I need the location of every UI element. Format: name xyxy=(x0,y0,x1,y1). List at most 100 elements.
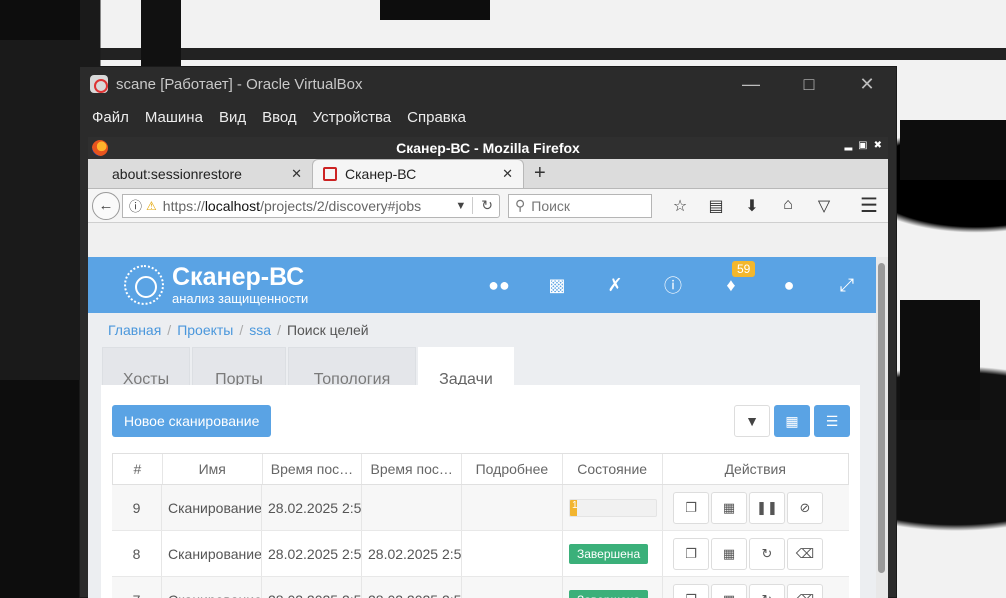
nav-toolbar: ← ⓘ ⚠ https://localhost/projects/2/disco… xyxy=(88,189,888,223)
users-icon[interactable]: ●● xyxy=(470,275,528,296)
progress-fill: 1 xyxy=(570,499,578,516)
row-number: 7 xyxy=(112,577,162,598)
row-details xyxy=(462,531,563,576)
row-time-end: 28.02.2025 2:5 xyxy=(362,531,462,576)
col-number[interactable]: # xyxy=(113,454,163,484)
table-row[interactable]: 9 Сканирование 28.02.2025 2:5 1 ❐ ▦ ❚❚ ⊘ xyxy=(112,485,849,531)
copy-icon[interactable]: ❐ xyxy=(673,491,709,524)
calendar-icon[interactable]: ▦ xyxy=(711,583,747,598)
minimize-icon[interactable]: — xyxy=(722,74,780,95)
table-row[interactable]: 8 Сканирование 28.02.2025 2:5 28.02.2025… xyxy=(112,531,849,577)
vbox-titlebar: scane [Работает] - Oracle VirtualBox — □… xyxy=(80,67,896,101)
reload-icon[interactable]: ↻ xyxy=(472,197,493,214)
progress-bar: 1 xyxy=(569,498,657,517)
page-scrollbar[interactable] xyxy=(876,257,888,598)
hamburger-menu-icon[interactable]: ☰ xyxy=(860,193,884,218)
row-details xyxy=(462,577,563,598)
tab-label: Сканер-ВС xyxy=(345,166,417,182)
breadcrumb-projects[interactable]: Проекты xyxy=(177,322,233,338)
copy-icon[interactable]: ❐ xyxy=(673,537,709,570)
tools-icon[interactable]: ✗ xyxy=(586,275,644,296)
menu-input[interactable]: Ввод xyxy=(254,109,305,126)
dropdown-icon[interactable]: ▼ xyxy=(455,200,466,212)
menu-devices[interactable]: Устройства xyxy=(305,109,399,126)
row-actions: ❐ ▦ ↻ ⌫ xyxy=(663,531,849,576)
briefcase-icon[interactable]: ▩ xyxy=(528,275,586,296)
tab-sessionrestore[interactable]: about:sessionrestore ✕ xyxy=(88,159,312,188)
menu-file[interactable]: Файл xyxy=(84,109,137,126)
menu-machine[interactable]: Машина xyxy=(137,109,211,126)
cancel-icon[interactable]: ⊘ xyxy=(787,491,823,524)
ff-maximize-icon[interactable]: ▣ xyxy=(858,140,867,151)
firefox-title: Сканер-ВС - Mozilla Firefox xyxy=(396,140,580,156)
logo-network-icon xyxy=(124,265,164,305)
row-time-start: 28.02.2025 2:5 xyxy=(262,485,362,530)
info-circle-icon[interactable]: ⓘ xyxy=(644,272,702,298)
row-number: 8 xyxy=(112,531,162,576)
restart-icon[interactable]: ↻ xyxy=(749,583,785,598)
status-badge: Завершена xyxy=(569,589,649,598)
calendar-icon[interactable]: ▦ xyxy=(711,537,747,570)
vbox-menubar: Файл Машина Вид Ввод Устройства Справка xyxy=(80,101,896,133)
restart-icon[interactable]: ↻ xyxy=(749,537,785,570)
search-input[interactable]: ⚲ Поиск xyxy=(508,193,652,218)
home-icon[interactable]: ⌂ xyxy=(770,196,806,216)
back-icon[interactable]: ← xyxy=(92,191,120,220)
row-name: Сканирование xyxy=(162,577,262,598)
pocket-icon[interactable]: ▽ xyxy=(806,196,842,216)
download-icon[interactable]: ⬇ xyxy=(734,196,770,216)
tasks-table: # Имя Время пос… Время пос… Подробнее Со… xyxy=(112,453,849,598)
brand-tagline: анализ защищенности xyxy=(172,291,309,306)
menu-view[interactable]: Вид xyxy=(211,109,254,126)
list-view-icon[interactable]: ☰ xyxy=(814,405,850,437)
filter-icon[interactable]: ▼ xyxy=(734,405,770,437)
tab-close-icon[interactable]: ✕ xyxy=(291,166,302,182)
new-tab-icon[interactable]: + xyxy=(524,159,556,188)
grid-view-icon[interactable]: ▦ xyxy=(774,405,810,437)
url-text: https://localhost/projects/2/discovery#j… xyxy=(162,197,422,214)
copy-icon[interactable]: ❐ xyxy=(673,583,709,598)
trash-icon[interactable]: ⌫ xyxy=(787,583,823,598)
maximize-icon[interactable]: □ xyxy=(780,74,838,95)
pause-icon[interactable]: ❚❚ xyxy=(749,491,785,524)
tab-close-icon[interactable]: ✕ xyxy=(502,166,513,182)
col-details[interactable]: Подробнее xyxy=(462,454,563,484)
info-icon[interactable]: ⓘ xyxy=(129,196,142,215)
notifications-bell-icon[interactable]: ♦ 59 xyxy=(702,260,760,296)
ff-minimize-icon[interactable]: ▂ xyxy=(844,140,852,151)
breadcrumb-project[interactable]: ssa xyxy=(249,322,271,338)
notifications-badge: 59 xyxy=(732,260,756,277)
brand-logo[interactable]: Сканер-ВС анализ защищенности xyxy=(124,265,308,305)
row-time-start: 28.02.2025 2:5 xyxy=(262,531,362,576)
table-row[interactable]: 7 Сканирование 28.02.2025 2:5 28.02.2025… xyxy=(112,577,849,598)
tab-scanner[interactable]: Сканер-ВС ✕ xyxy=(312,159,524,188)
search-placeholder: Поиск xyxy=(531,197,571,214)
row-actions: ❐ ▦ ↻ ⌫ xyxy=(663,577,849,598)
virtualbox-icon xyxy=(90,75,108,93)
row-name: Сканирование xyxy=(162,485,262,530)
col-name[interactable]: Имя xyxy=(163,454,263,484)
lock-warning-icon[interactable]: ⚠ xyxy=(146,199,157,213)
search-icon: ⚲ xyxy=(515,197,526,213)
bookmark-star-icon[interactable]: ☆ xyxy=(662,196,698,216)
row-time-end xyxy=(362,485,462,530)
col-time-end[interactable]: Время пос… xyxy=(362,454,463,484)
close-icon[interactable]: ✕ xyxy=(838,74,896,95)
col-status[interactable]: Состояние xyxy=(563,454,663,484)
fullscreen-icon[interactable]: ⤢ xyxy=(818,275,876,296)
calendar-icon[interactable]: ▦ xyxy=(711,491,747,524)
row-status: Завершена xyxy=(563,577,663,598)
trash-icon[interactable]: ⌫ xyxy=(787,537,823,570)
breadcrumb-home[interactable]: Главная xyxy=(108,322,161,338)
vbox-title: scane [Работает] - Oracle VirtualBox xyxy=(116,75,363,93)
reading-list-icon[interactable]: ▤ xyxy=(698,196,734,216)
menu-help[interactable]: Справка xyxy=(399,109,474,126)
user-icon[interactable]: ● xyxy=(760,275,818,296)
scanner-favicon-icon xyxy=(323,167,337,181)
app-header: Сканер-ВС анализ защищенности ●● ▩ ✗ ⓘ ♦… xyxy=(88,257,876,313)
firefox-titlebar: Сканер-ВС - Mozilla Firefox ▂ ▣ ✖ xyxy=(88,137,888,159)
col-time-start[interactable]: Время пос… xyxy=(263,454,363,484)
url-bar[interactable]: ⓘ ⚠ https://localhost/projects/2/discove… xyxy=(122,193,500,218)
ff-close-icon[interactable]: ✖ xyxy=(874,140,882,151)
new-scan-button[interactable]: Новое сканирование xyxy=(112,405,272,437)
